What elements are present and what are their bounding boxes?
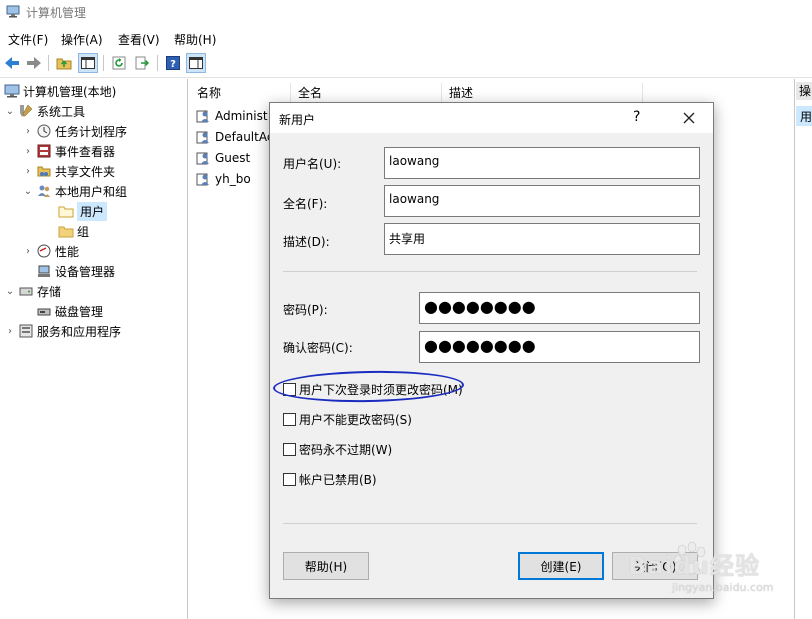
dialog-help-icon[interactable]: ?	[633, 109, 640, 125]
show-hide-tree-icon[interactable]	[78, 53, 98, 73]
list-item[interactable]: Administ	[196, 106, 268, 126]
user-icon	[196, 131, 209, 144]
cannot-change-password-option[interactable]: 用户不能更改密码(S)	[283, 411, 412, 428]
help-button[interactable]: 帮助(H)	[283, 552, 369, 580]
menu-view[interactable]: 查看(V)	[118, 31, 160, 48]
fullname-field[interactable]: laowang	[384, 185, 700, 217]
user-icon	[196, 110, 209, 123]
tree-local-users-groups[interactable]: ⌄ 本地用户和组	[22, 181, 127, 201]
actions-header: 操	[796, 82, 812, 100]
confirm-password-label: 确认密码(C):	[283, 341, 353, 355]
account-disabled-option[interactable]: 帐户已禁用(B)	[283, 471, 377, 488]
services-icon	[18, 323, 34, 339]
chevron-right-icon[interactable]: ›	[22, 146, 34, 157]
list-item[interactable]: yh_bo	[196, 169, 251, 189]
create-button[interactable]: 创建(E)	[518, 552, 604, 580]
tree-task-scheduler[interactable]: › 任务计划程序	[22, 121, 127, 141]
show-hide-action-pane-icon[interactable]	[186, 53, 206, 73]
password-never-expires-checkbox[interactable]	[283, 443, 296, 456]
account-disabled-checkbox[interactable]	[283, 473, 296, 486]
users-icon	[36, 183, 52, 199]
chevron-right-icon[interactable]: ›	[4, 326, 16, 337]
menu-action[interactable]: 操作(A)	[61, 31, 103, 48]
chevron-down-icon[interactable]: ⌄	[4, 106, 16, 117]
column-header-name[interactable]: 名称	[191, 83, 291, 103]
username-label: 用户名(U):	[283, 157, 342, 171]
new-user-dialog: 新用户 ? 用户名(U): laowang 全名(F): laowang 描述(…	[269, 102, 714, 599]
column-header-description[interactable]: 描述	[443, 83, 643, 103]
user-icon	[196, 173, 209, 186]
device-manager-icon	[36, 263, 52, 279]
divider	[283, 523, 697, 524]
description-label: 描述(D):	[283, 235, 330, 249]
up-folder-icon[interactable]	[54, 53, 74, 73]
password-field[interactable]: ●●●●●●●●	[419, 292, 700, 324]
password-label: 密码(P):	[283, 303, 328, 317]
folder-icon	[58, 223, 74, 239]
forward-arrow-icon[interactable]	[24, 53, 44, 73]
tree-users[interactable]: 用户	[56, 201, 108, 221]
help-icon[interactable]: ?	[163, 53, 183, 73]
toolbar: ?	[0, 50, 812, 78]
description-field[interactable]: 共享用	[384, 223, 700, 255]
list-item[interactable]: Guest	[196, 148, 250, 168]
folder-icon	[58, 203, 74, 219]
dialog-titlebar: 新用户 ?	[270, 103, 713, 133]
tree-storage[interactable]: ⌄ 存储	[4, 281, 61, 301]
performance-icon	[36, 243, 52, 259]
chevron-down-icon[interactable]: ⌄	[4, 286, 16, 297]
computer-management-icon	[6, 5, 20, 18]
window-titlebar: 计算机管理	[0, 0, 812, 26]
username-field[interactable]: laowang	[384, 147, 700, 179]
user-icon	[196, 152, 209, 165]
refresh-icon[interactable]	[109, 53, 129, 73]
svg-text:?: ?	[170, 59, 176, 70]
cannot-change-password-checkbox[interactable]	[283, 413, 296, 426]
tree-groups[interactable]: 组	[56, 221, 89, 241]
menu-bar: 文件(F) 操作(A) 查看(V) 帮助(H)	[0, 27, 812, 49]
column-header-fullname[interactable]: 全名	[292, 83, 442, 103]
menu-file[interactable]: 文件(F)	[8, 31, 48, 48]
event-viewer-icon	[36, 143, 52, 159]
list-item[interactable]: DefaultAc	[196, 127, 273, 147]
chevron-right-icon[interactable]: ›	[22, 246, 34, 257]
chevron-down-icon[interactable]: ⌄	[22, 186, 34, 197]
tree-device-manager[interactable]: 设备管理器	[34, 261, 115, 281]
fullname-label: 全名(F):	[283, 197, 328, 211]
clock-icon	[36, 123, 52, 139]
chevron-right-icon[interactable]: ›	[22, 166, 34, 177]
tree-root[interactable]: 计算机管理(本地)	[2, 81, 116, 101]
close-icon[interactable]	[674, 107, 704, 129]
menu-help[interactable]: 帮助(H)	[174, 31, 216, 48]
confirm-password-field[interactable]: ●●●●●●●●	[419, 331, 700, 363]
password-never-expires-option[interactable]: 密码永不过期(W)	[283, 441, 392, 458]
tree-system-tools[interactable]: ⌄ 系统工具	[4, 101, 85, 121]
actions-item-users[interactable]: 用	[796, 106, 812, 126]
export-list-icon[interactable]	[132, 53, 152, 73]
watermark-text: Baidu经验	[628, 552, 760, 580]
tree-disk-management[interactable]: 磁盘管理	[34, 301, 103, 321]
tree-shared-folders[interactable]: › 共享文件夹	[22, 161, 115, 181]
disk-icon	[36, 303, 52, 319]
dialog-title: 新用户	[279, 113, 316, 127]
back-arrow-icon[interactable]	[2, 53, 22, 73]
tools-icon	[18, 103, 34, 119]
window-title: 计算机管理	[26, 6, 87, 20]
computer-management-icon	[4, 83, 20, 99]
chevron-right-icon[interactable]: ›	[22, 126, 34, 137]
baidu-watermark: Baidu经验 jingyan.baidu.com	[622, 536, 802, 596]
shared-folder-icon	[36, 163, 52, 179]
storage-icon	[18, 283, 34, 299]
tree-event-viewer[interactable]: › 事件查看器	[22, 141, 115, 161]
divider	[283, 271, 697, 272]
tree-services-apps[interactable]: › 服务和应用程序	[4, 321, 121, 341]
navigation-tree: 计算机管理(本地) ⌄ 系统工具 › 任务计划程序 › 事件查看器 › 共享文件…	[0, 79, 188, 619]
tree-performance[interactable]: › 性能	[22, 241, 79, 261]
watermark-url: jingyan.baidu.com	[672, 581, 774, 594]
